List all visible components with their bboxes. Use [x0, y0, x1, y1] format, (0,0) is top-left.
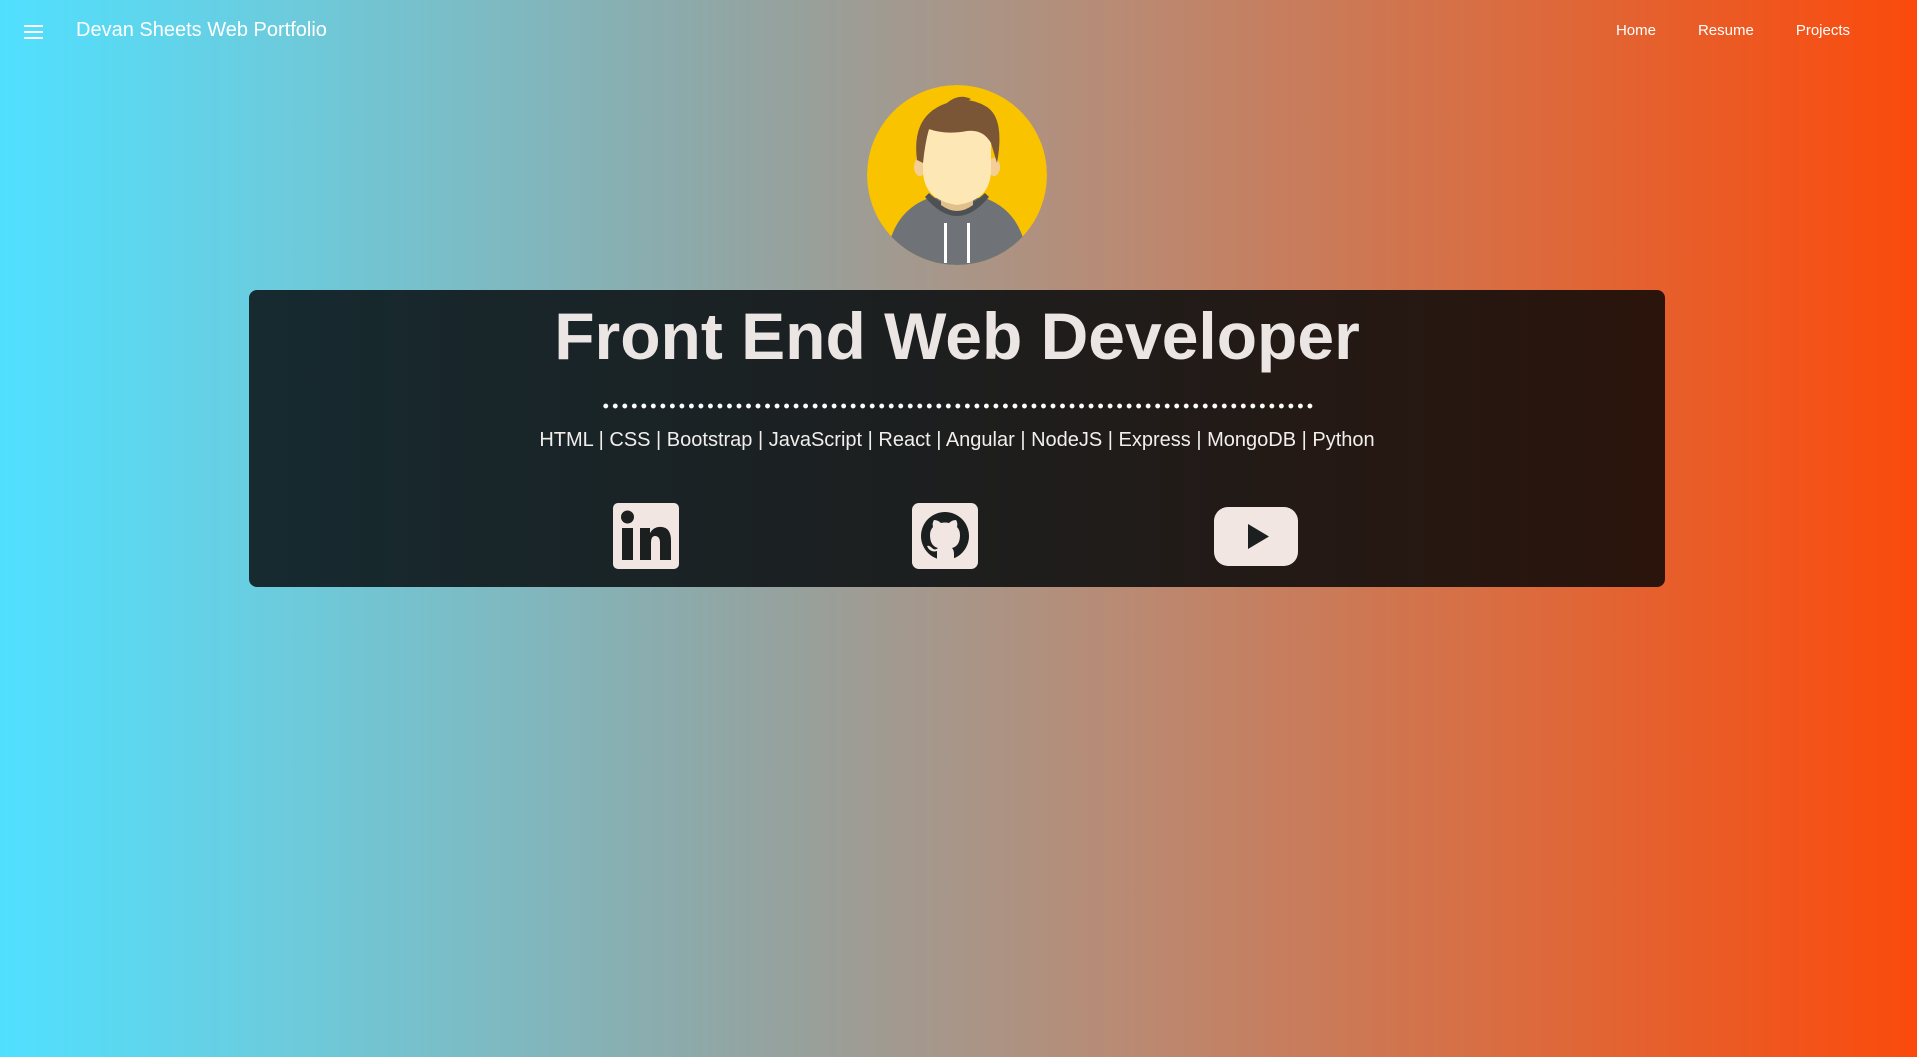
- github-icon[interactable]: [912, 503, 978, 569]
- nav-link-home[interactable]: Home: [1595, 22, 1677, 39]
- hero-title: Front End Web Developer: [554, 299, 1360, 373]
- linkedin-icon[interactable]: [613, 503, 679, 569]
- nav-link-resume[interactable]: Resume: [1677, 22, 1775, 39]
- brand-title[interactable]: Devan Sheets Web Portfolio: [76, 19, 327, 42]
- skills-list: HTML | CSS | Bootstrap | JavaScript | Re…: [539, 429, 1375, 451]
- nav-link-projects[interactable]: Projects: [1775, 22, 1871, 39]
- top-navbar: Devan Sheets Web Portfolio Home Resume P…: [0, 0, 1917, 64]
- nav-links: Home Resume Projects: [1595, 22, 1871, 39]
- youtube-icon[interactable]: [1214, 507, 1298, 566]
- developer-avatar-icon: [867, 85, 1047, 265]
- dotted-divider: [601, 403, 1315, 409]
- hamburger-menu-icon[interactable]: [14, 18, 52, 46]
- hero-card: Front End Web Developer HTML | CSS | Boo…: [249, 290, 1665, 587]
